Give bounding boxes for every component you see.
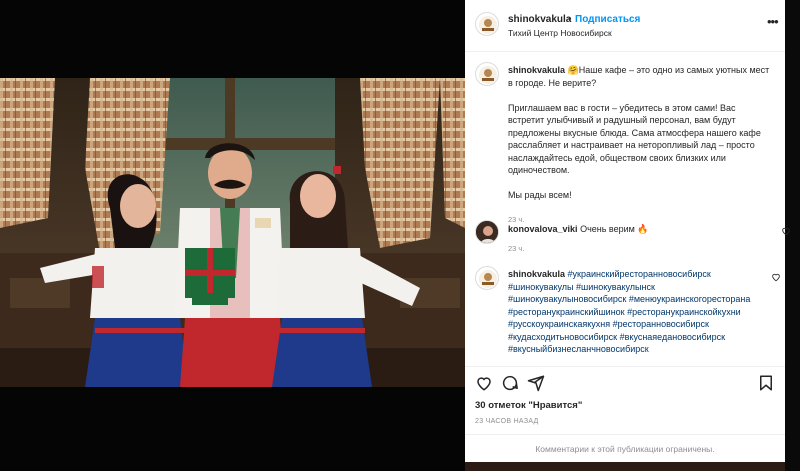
caption-username[interactable]: shinokvakula	[508, 65, 565, 75]
hug-emoji: 🤗	[567, 65, 579, 75]
heart-icon[interactable]	[475, 374, 493, 392]
bookmark-icon[interactable]	[757, 374, 775, 392]
follow-button[interactable]: Подписаться	[575, 14, 640, 25]
logo-icon	[479, 66, 497, 84]
comment-icon[interactable]	[501, 374, 519, 392]
post-header: shinokvakula • Подписаться Тихий Центр Н…	[465, 0, 785, 52]
caption-text: shinokvakula 🤗Наше кафе – это одно из са…	[508, 64, 770, 227]
author-username[interactable]: shinokvakula	[508, 14, 571, 25]
post-image	[0, 78, 465, 387]
commenter-avatar[interactable]	[475, 220, 499, 244]
post-timestamp[interactable]: 23 ЧАСОВ НАЗАД	[475, 418, 539, 425]
likes-count[interactable]: 30 отметок "Нравится"	[475, 400, 582, 411]
commenter-username[interactable]: konovalova_viki	[508, 224, 578, 234]
caption-paragraph-3: Мы рады всем!	[508, 190, 572, 200]
action-bar	[465, 366, 785, 392]
comments-restricted-notice: Комментарии к этой публикации ограничены…	[465, 434, 785, 462]
author-avatar[interactable]	[475, 12, 499, 36]
hashtags[interactable]: #украинскийресторанновосибирск #шинокува…	[508, 269, 750, 354]
logo-icon	[479, 270, 497, 288]
caption-paragraph-1: shinokvakula 🤗Наше кафе – это одно из са…	[508, 64, 770, 89]
post-location[interactable]: Тихий Центр Новосибирск	[508, 28, 612, 38]
hashtag-author-username[interactable]: shinokvakula	[508, 269, 565, 279]
post-photo-illustration	[0, 78, 465, 387]
caption-paragraph-2: Приглашаем вас в гости – убедитесь в это…	[508, 102, 761, 176]
separator-dot: •	[568, 14, 572, 25]
logo-icon	[479, 16, 497, 34]
caption-author-avatar[interactable]	[475, 62, 499, 86]
hashtag-list: shinokvakula #украинскийресторанновосиби…	[508, 268, 770, 356]
comment-line: konovalova_viki Очень верим 🔥	[508, 224, 649, 235]
comment-like-icon[interactable]	[771, 272, 781, 282]
comment-timestamp[interactable]: 23 ч.	[508, 244, 524, 253]
share-icon[interactable]	[527, 374, 545, 392]
avatar-photo-icon	[476, 221, 498, 243]
post-details-panel: shinokvakula • Подписаться Тихий Центр Н…	[465, 0, 790, 462]
more-options-icon[interactable]: •••	[767, 14, 779, 29]
hashtag-author-avatar[interactable]	[475, 266, 499, 290]
comment-like-icon[interactable]	[781, 226, 791, 236]
fire-emoji: 🔥	[637, 224, 649, 234]
comment-text: Очень верим	[580, 224, 635, 234]
background-page-strip	[465, 462, 785, 471]
